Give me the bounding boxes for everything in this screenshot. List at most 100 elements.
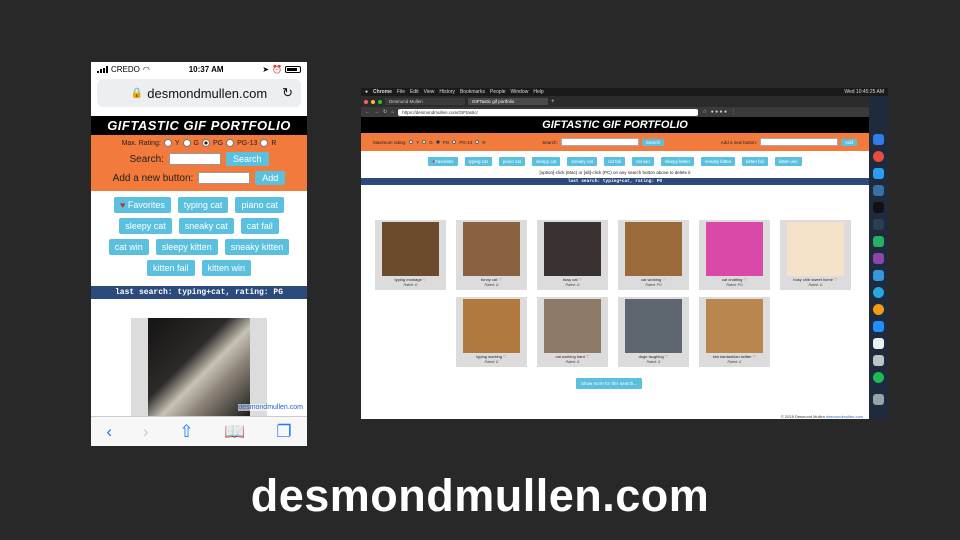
search-input[interactable] [168, 153, 221, 165]
gif-image[interactable] [625, 222, 682, 276]
gif-card[interactable]: doge laughing ♡ Rated: G [618, 297, 689, 367]
tag-button[interactable]: sneaky kitten [224, 239, 290, 255]
tag-button[interactable]: sneaky cat [567, 157, 597, 166]
firefox-icon[interactable] [873, 304, 884, 315]
heart-icon[interactable]: ♡ [579, 277, 583, 282]
heart-icon[interactable]: ♡ [498, 277, 502, 282]
gif-card[interactable]: busy chib sweet home ♡ Rated: G [780, 220, 851, 290]
tag-button[interactable]: sleepy cat [119, 218, 172, 234]
tag-button[interactable]: cat fail [240, 218, 279, 234]
appstore-icon[interactable] [873, 168, 884, 179]
tag-button[interactable]: kitten win [774, 157, 802, 166]
tag-button[interactable]: cat fail [603, 157, 625, 166]
vscode-icon[interactable] [873, 185, 884, 196]
finder-icon[interactable] [873, 134, 884, 145]
gif-image[interactable] [625, 299, 682, 353]
gif-card[interactable]: funny cat ♡ Rated: G [456, 220, 527, 290]
app-icon[interactable] [873, 321, 884, 332]
heart-icon[interactable]: ♡ [753, 354, 757, 359]
tag-button[interactable]: sleepy kitten [155, 239, 218, 255]
heart-icon[interactable]: ♡ [665, 354, 669, 359]
heart-icon[interactable]: ♡ [662, 277, 666, 282]
chrome-menu-icon[interactable]: ⋮ [731, 109, 736, 115]
safari-icon[interactable] [873, 287, 884, 298]
rating-radio-g[interactable] [182, 139, 191, 147]
search-input[interactable] [560, 138, 639, 146]
tag-button[interactable]: kitten fail [146, 260, 195, 276]
heart-icon[interactable]: ♡ [503, 354, 507, 359]
tag-button[interactable]: sleepy kitten [660, 157, 694, 166]
gif-image[interactable] [787, 222, 844, 276]
menu-item[interactable]: Bookmarks [460, 89, 485, 95]
close-window-icon[interactable] [364, 99, 368, 104]
menu-item[interactable]: Window [511, 89, 529, 95]
tabs-icon[interactable]: ❐ [276, 422, 291, 442]
app-icon[interactable] [873, 253, 884, 264]
bookmarks-icon[interactable]: 📖 [224, 422, 245, 442]
back-icon[interactable]: ‹ [106, 422, 112, 442]
heart-icon[interactable]: ♡ [744, 277, 748, 282]
extension-icons[interactable]: ● ● ● ● [711, 109, 727, 115]
tag-favorites-button[interactable]: ♥Favorites [428, 157, 458, 166]
rating-radio-pg[interactable] [435, 140, 440, 144]
phone-address-bar[interactable]: 🔒 desmondmullen.com ↻ [97, 79, 301, 107]
rating-radio-y[interactable] [163, 139, 172, 147]
trash-icon[interactable] [873, 394, 884, 405]
gif-image[interactable] [706, 299, 763, 353]
browser-tab-active[interactable]: GIFTastic gif portfolio [468, 98, 548, 105]
spotify-icon[interactable] [873, 372, 884, 383]
footer-link[interactable]: desmondmullen.com [826, 414, 863, 419]
zoom-window-icon[interactable] [378, 99, 382, 104]
tag-button[interactable]: kitten win [201, 260, 252, 276]
search-button[interactable]: Search [225, 152, 269, 166]
search-button[interactable]: Search [641, 138, 665, 146]
tag-button[interactable]: piano cat [235, 197, 284, 213]
add-button[interactable]: Add [840, 138, 857, 146]
gif-image[interactable] [706, 222, 763, 276]
tag-button[interactable]: sleepy cat [532, 157, 561, 166]
chrome-icon[interactable] [873, 151, 884, 162]
document-icon[interactable] [873, 355, 884, 366]
bookmark-star-icon[interactable]: ☆ [702, 109, 706, 115]
gif-card[interactable]: kim kardashian twitter ♡ Rated: G [699, 297, 770, 367]
forward-icon[interactable]: › [143, 422, 149, 442]
github-icon[interactable] [873, 219, 884, 230]
menu-item[interactable]: File [397, 89, 405, 95]
phone-credit-link[interactable]: desmondmullen.com [238, 404, 303, 411]
reload-icon[interactable]: ↻ [282, 85, 293, 101]
menu-item[interactable]: People [490, 89, 506, 95]
rating-radio-r[interactable] [260, 139, 269, 147]
forward-icon[interactable]: → [374, 109, 379, 115]
add-button[interactable]: Add [255, 171, 286, 185]
gif-card[interactable]: cat chatting ♡ Rated: PG [699, 220, 770, 290]
heart-icon[interactable]: ♡ [834, 277, 838, 282]
gif-image[interactable] [463, 299, 520, 353]
add-button-input[interactable] [759, 138, 838, 146]
menu-item[interactable]: Edit [410, 89, 419, 95]
gif-image[interactable] [382, 222, 439, 276]
show-more-button[interactable]: Show more for this search... [576, 378, 643, 389]
heart-icon[interactable]: ♡ [586, 354, 590, 359]
tag-button[interactable]: typing cat [464, 157, 492, 166]
phone-gif-card[interactable] [131, 318, 267, 418]
tag-button[interactable]: piano cat [498, 157, 526, 166]
tag-button[interactable]: cat win [631, 157, 654, 166]
menu-item[interactable]: History [439, 89, 455, 95]
gif-card[interactable]: busy cat ♡ Rated: G [537, 220, 608, 290]
heart-icon[interactable]: ♡ [423, 277, 427, 282]
menu-item[interactable]: Chrome [373, 89, 392, 95]
rating-radio-pg13[interactable] [452, 140, 457, 144]
tag-button[interactable]: kitten fail [742, 157, 768, 166]
minimize-window-icon[interactable] [371, 99, 375, 104]
tag-button[interactable]: cat win [108, 239, 149, 255]
terminal-icon[interactable] [873, 202, 884, 213]
app-icon[interactable] [873, 270, 884, 281]
gif-image[interactable] [544, 299, 601, 353]
rating-radio-y[interactable] [409, 140, 414, 144]
gif-card[interactable]: typing working ♡ Rated: G [456, 297, 527, 367]
share-icon[interactable]: ⇧ [179, 422, 193, 442]
apple-menu-icon[interactable]: ● [365, 89, 368, 95]
reload-icon[interactable]: ↻ [383, 109, 387, 115]
browser-tab[interactable]: Desmond Mullen [385, 98, 465, 105]
menu-item[interactable]: View [424, 89, 435, 95]
